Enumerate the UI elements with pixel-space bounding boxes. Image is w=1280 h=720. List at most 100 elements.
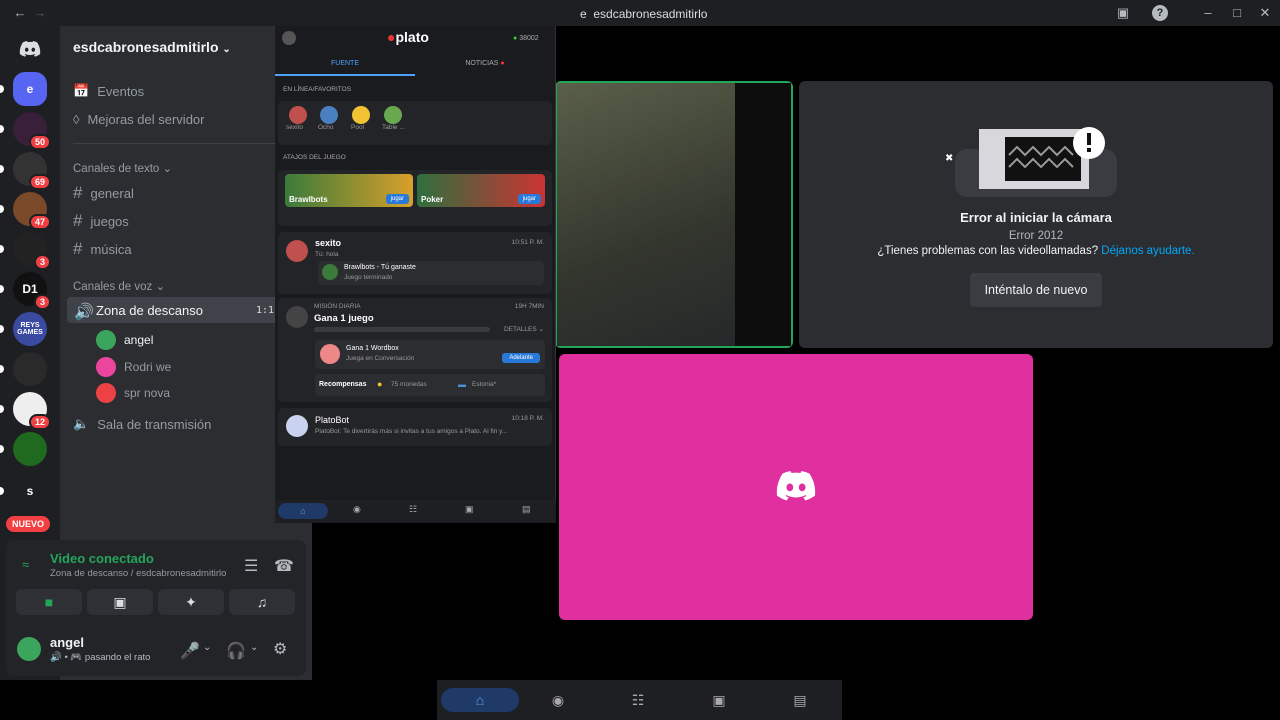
friend[interactable]: Ocho [318,106,338,131]
server-icon[interactable]: 69 [0,152,51,190]
channel-musica[interactable]: # música [73,239,132,259]
unread-pill [0,245,4,253]
chat-item[interactable]: sexito 10:51 P. M. Tú: hola Brawlbots - … [278,232,552,294]
play-button[interactable]: jugar [385,194,409,204]
unread-pill [0,85,4,93]
friend[interactable]: Table ... [382,106,405,131]
back-arrow-icon[interactable]: ← [12,5,28,21]
headphones-icon[interactable]: 🎧 [226,641,246,661]
webcam-border [735,83,791,346]
play-button[interactable]: jugar [517,194,541,204]
server-icon[interactable]: REYS GAMES [0,312,47,346]
server-name[interactable]: esdcabronesadmitirlo ⌄ [73,39,231,55]
bottom-navigation: ⌂ ◉ ☷ ▣ ▤ [437,680,842,720]
noise-suppression-icon[interactable]: ☰ [244,556,258,576]
profile-icon[interactable] [282,31,296,45]
game-card[interactable]: Brawlbots jugar [285,174,413,207]
coin-count[interactable]: ● 38002 [513,35,539,42]
server-icon[interactable]: 3 [0,232,51,270]
games-icon[interactable]: ☷ [599,688,677,712]
voice-user[interactable]: angel [96,330,153,350]
mention-badge: 50 [28,134,51,150]
camera-error-code: Error 2012 [1008,230,1064,242]
activities-button[interactable]: ✦ [158,589,224,615]
minimize-icon[interactable]: – [1200,5,1216,21]
unread-pill [0,285,4,293]
channel-juegos[interactable]: # juegos [73,211,129,231]
speaker-icon: 🔊 [74,304,94,321]
mission-progress [314,327,490,332]
friend[interactable]: Pool [351,106,370,131]
friends-icon[interactable]: ◉ [519,688,597,712]
screen-share-button[interactable]: ▣ [87,589,153,615]
camera-error-help: ¿Tienes problemas con las videollamadas?… [877,245,1195,257]
server-icon[interactable]: 12 [0,392,51,430]
store-icon[interactable]: ▤ [522,504,531,515]
user-status: 🔊 • 🎮 pasando el rato [50,652,151,663]
server-icon-label: s [26,484,34,498]
disconnect-icon[interactable]: ☎ [274,556,294,576]
close-icon[interactable]: ✕ [1257,5,1273,21]
avatar [96,357,116,377]
camera-button[interactable]: ■ [16,589,82,615]
voice-category[interactable]: Canales de voz ⌄ [73,279,165,293]
mission-task: Gana 1 Wordbox Juega en Conversación Ade… [315,340,545,369]
voice-status[interactable]: Video conectado [50,551,154,566]
details-toggle[interactable]: DETALLES ⌄ [504,325,544,333]
daily-mission: MISIÓN DIARIA 19H 7MIN Gana 1 juego DETA… [278,298,552,402]
friend[interactable]: sexito [286,106,307,131]
events-item[interactable]: 📅 Eventos [73,83,144,99]
stage-channel[interactable]: 🔈 Sala de transmisión [73,416,211,432]
video-tile-user[interactable] [555,81,793,348]
home-icon[interactable]: ⌂ [278,503,328,519]
server-icon[interactable] [0,432,47,466]
friends-icon[interactable]: ◉ [353,504,361,515]
gear-icon[interactable]: ⚙ [273,639,287,659]
chevron-down-icon[interactable]: ⌄ [250,642,258,653]
activities-icon: ✦ [185,593,197,610]
maximize-icon[interactable]: □ [1229,5,1245,21]
unread-pill [0,165,4,173]
voice-location[interactable]: Zona de descanso / esdcabronesadmitirlo [50,568,226,579]
avatar[interactable] [17,637,41,661]
unread-pill [0,445,4,453]
server-icon-label: D1 [22,282,38,296]
chat-item[interactable]: PlatoBot 10:18 P. M. PlatoBot: Te divert… [278,408,552,446]
chevron-down-icon[interactable]: ⌄ [203,642,211,653]
games-icon[interactable]: ☷ [409,504,417,515]
voice-user[interactable]: Rodri we [96,357,171,377]
text-category[interactable]: Canales de texto ⌄ [73,161,172,175]
server-icon[interactable]: s [0,474,47,508]
tab-news[interactable]: NOTICIAS ● [415,60,555,67]
unread-pill [0,205,4,213]
help-link[interactable]: Déjanos ayudarte. [1101,245,1194,257]
mention-badge: 3 [33,254,51,270]
store-icon[interactable]: ▤ [761,688,839,712]
username[interactable]: angel [50,635,84,650]
retry-button[interactable]: Inténtalo de nuevo [970,273,1102,307]
hash-icon: # [73,183,83,202]
camera-error-title: Error al iniciar la cámara [960,210,1112,225]
go-button[interactable]: Adelante [502,353,540,363]
forward-arrow-icon[interactable]: → [32,5,48,21]
server-icon[interactable] [0,352,47,386]
video-tile-placeholder[interactable] [559,354,1033,620]
soundboard-button[interactable]: ♫ [229,589,295,615]
help-icon[interactable]: ? [1152,5,1168,21]
channel-general[interactable]: # general [73,183,134,203]
discord-home-icon[interactable] [13,32,47,66]
mention-badge: 47 [28,214,51,230]
chat-icon[interactable]: ▣ [465,504,474,515]
inbox-icon[interactable]: ▣ [1115,5,1131,21]
boosts-item[interactable]: ◊ Mejoras del servidor [73,112,204,127]
voice-user[interactable]: spr nova [96,383,170,403]
microphone-icon[interactable]: 🎤 [180,641,200,661]
server-icon[interactable]: D1 3 [0,272,51,310]
home-icon[interactable]: ⌂ [441,688,519,712]
server-icon[interactable]: 47 [0,192,51,230]
chat-icon[interactable]: ▣ [680,688,758,712]
game-card[interactable]: Poker jugar [417,174,545,207]
server-icon[interactable]: e [0,72,47,106]
tab-feed[interactable]: FUENTE [275,60,415,76]
server-icon[interactable]: 50 [0,112,51,150]
